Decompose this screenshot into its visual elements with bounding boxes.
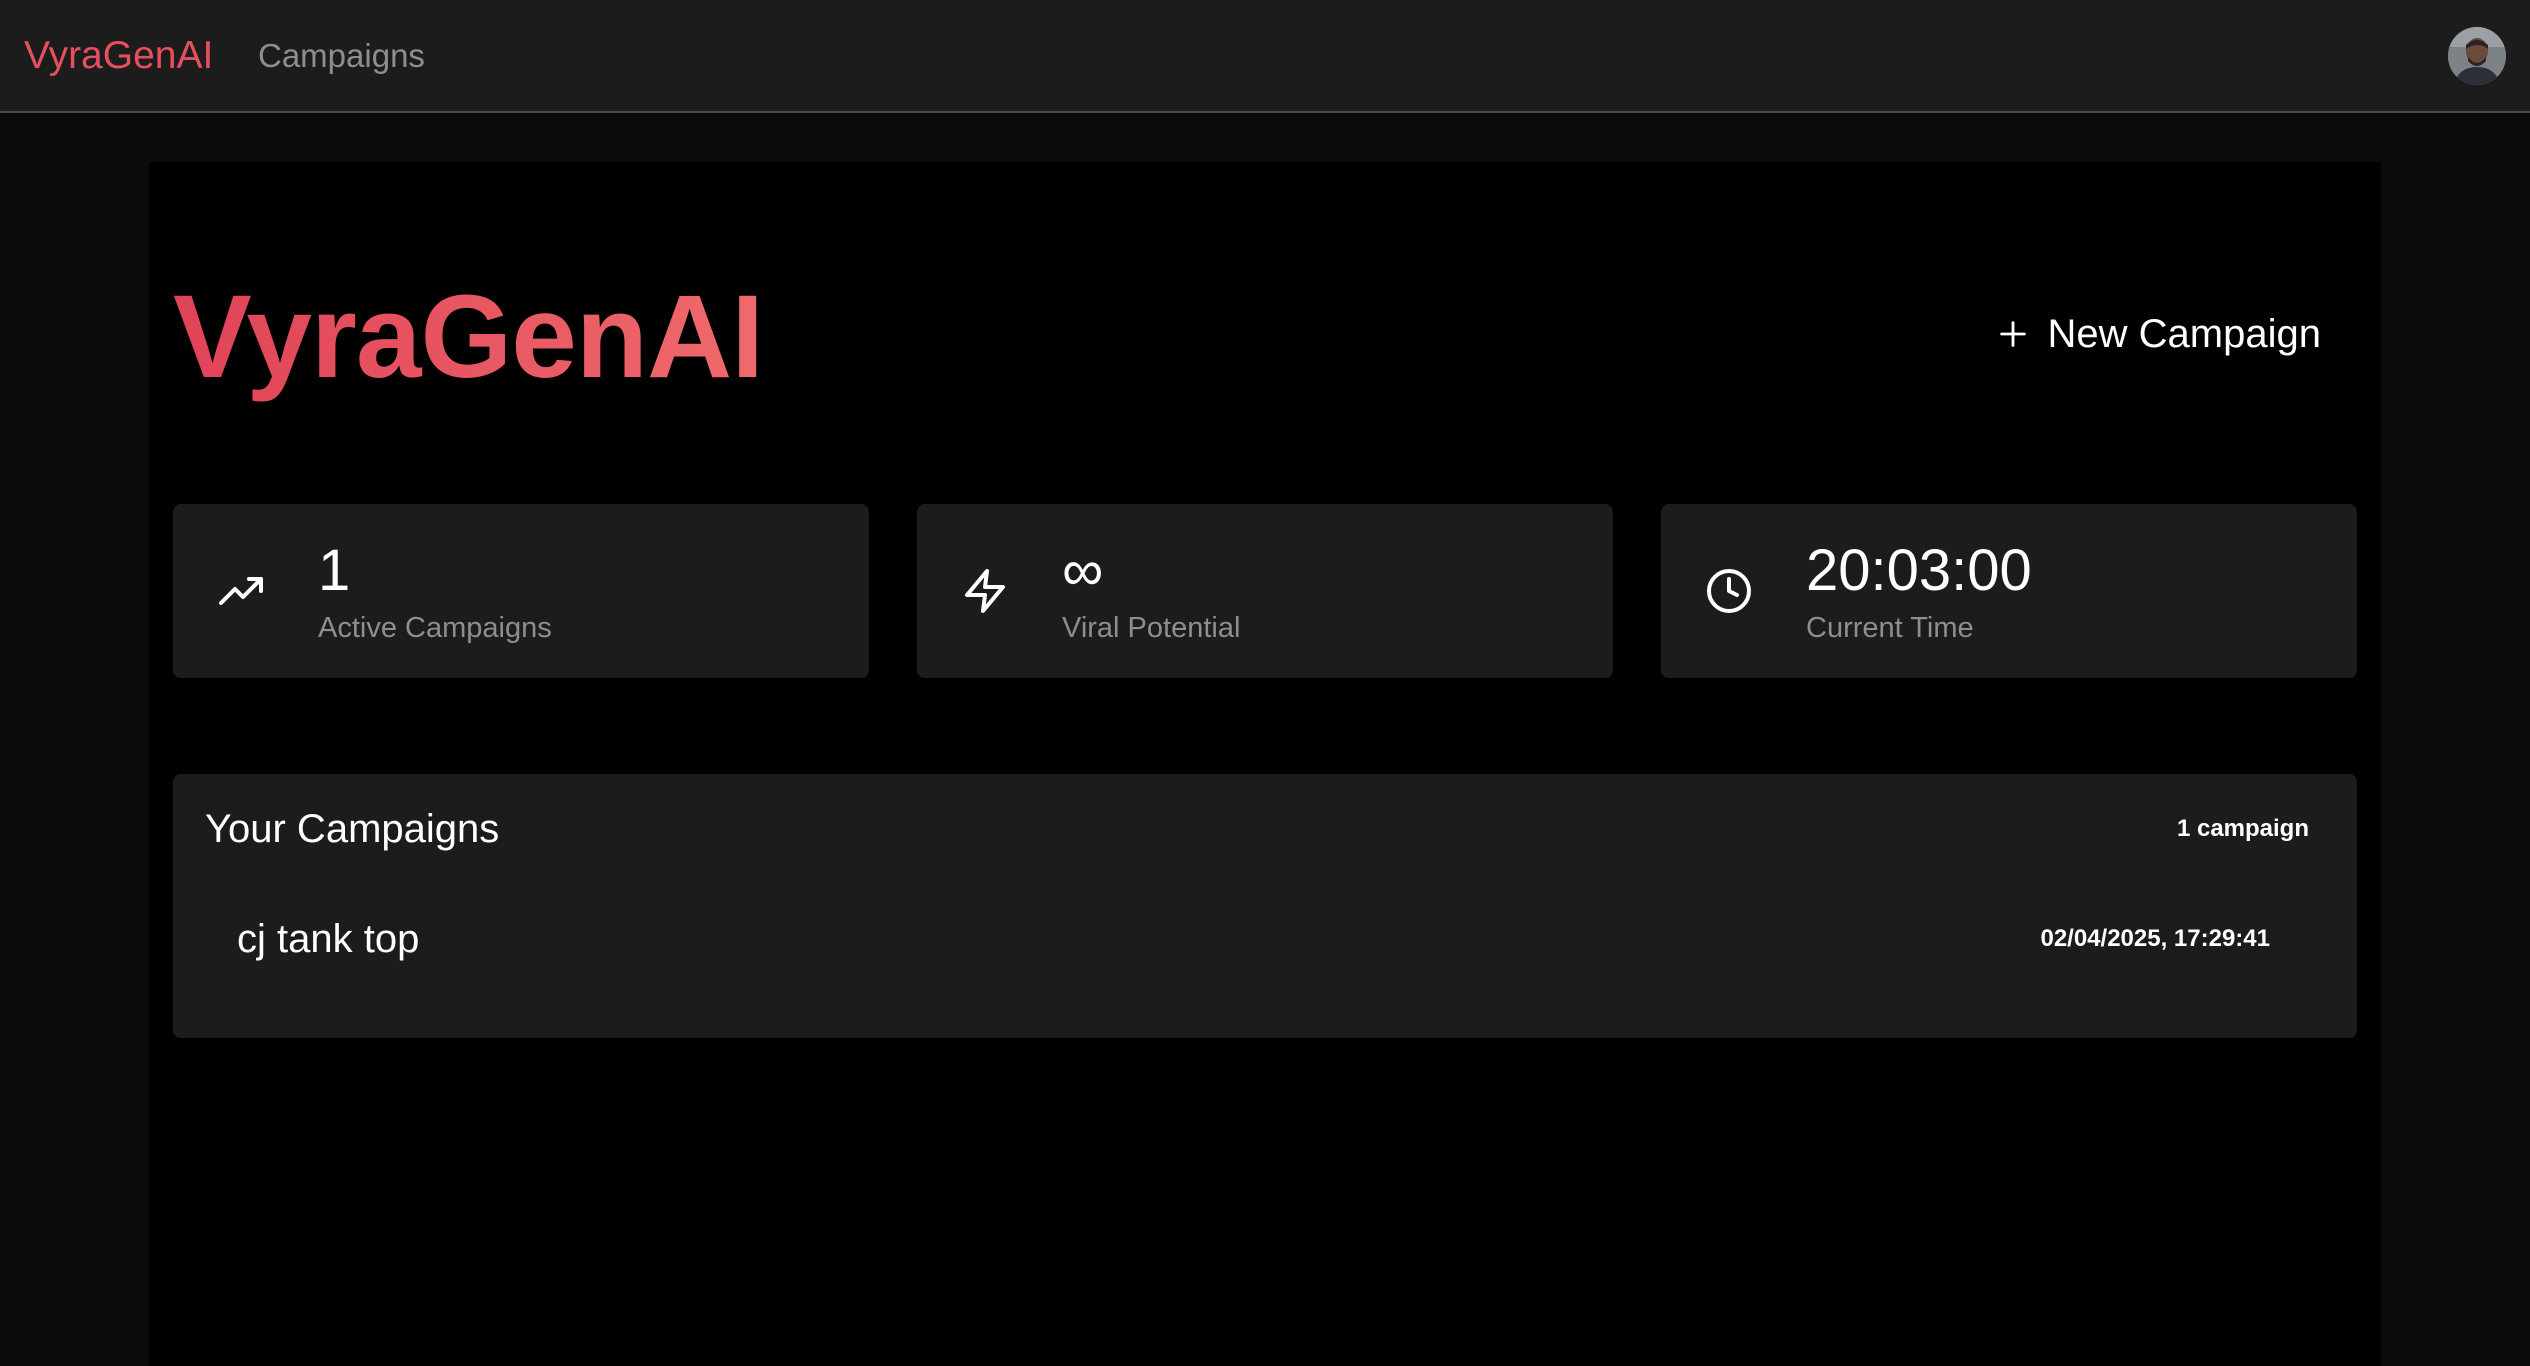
stat-card-viral-potential: ∞ Viral Potential (917, 504, 1613, 678)
campaign-count-badge: 1 campaign (2176, 815, 2309, 842)
nav-link-campaigns[interactable]: Campaigns (258, 34, 425, 78)
stat-card-active-campaigns: 1 Active Campaigns (173, 504, 869, 678)
avatar-image (2448, 27, 2506, 85)
stat-value: 20:03:00 (1806, 538, 2032, 603)
campaign-list-item[interactable]: cj tank top 02/04/2025, 17:29:41 (173, 914, 2357, 1006)
top-navbar: VyraGenAI Campaigns (0, 0, 2530, 113)
campaign-name: cj tank top (237, 917, 420, 961)
clock-icon (1707, 569, 1751, 613)
stat-card-current-time: 20:03:00 Current Time (1661, 504, 2357, 678)
campaigns-panel-title: Your Campaigns (205, 807, 500, 851)
plus-icon (1999, 321, 2026, 347)
new-campaign-label: New Campaign (2047, 311, 2321, 356)
stat-label: Current Time (1806, 612, 1974, 644)
stat-value: 1 (318, 538, 351, 603)
lightning-icon (965, 569, 1005, 613)
main-content: VyraGenAI New Campaign 1 Active Campaign… (149, 162, 2381, 1366)
user-avatar[interactable] (2448, 27, 2506, 85)
nav-brand-logo[interactable]: VyraGenAI (24, 32, 213, 80)
stat-label: Viral Potential (1062, 612, 1241, 644)
campaigns-panel: Your Campaigns 1 campaign cj tank top 02… (173, 774, 2357, 1038)
stat-label: Active Campaigns (318, 612, 552, 644)
campaign-date: 02/04/2025, 17:29:41 (2040, 925, 2270, 952)
page-title: VyraGenAI (173, 267, 764, 407)
trending-up-icon (219, 577, 263, 605)
new-campaign-button[interactable]: New Campaign (1996, 302, 2321, 366)
stat-value: ∞ (1062, 538, 1104, 603)
